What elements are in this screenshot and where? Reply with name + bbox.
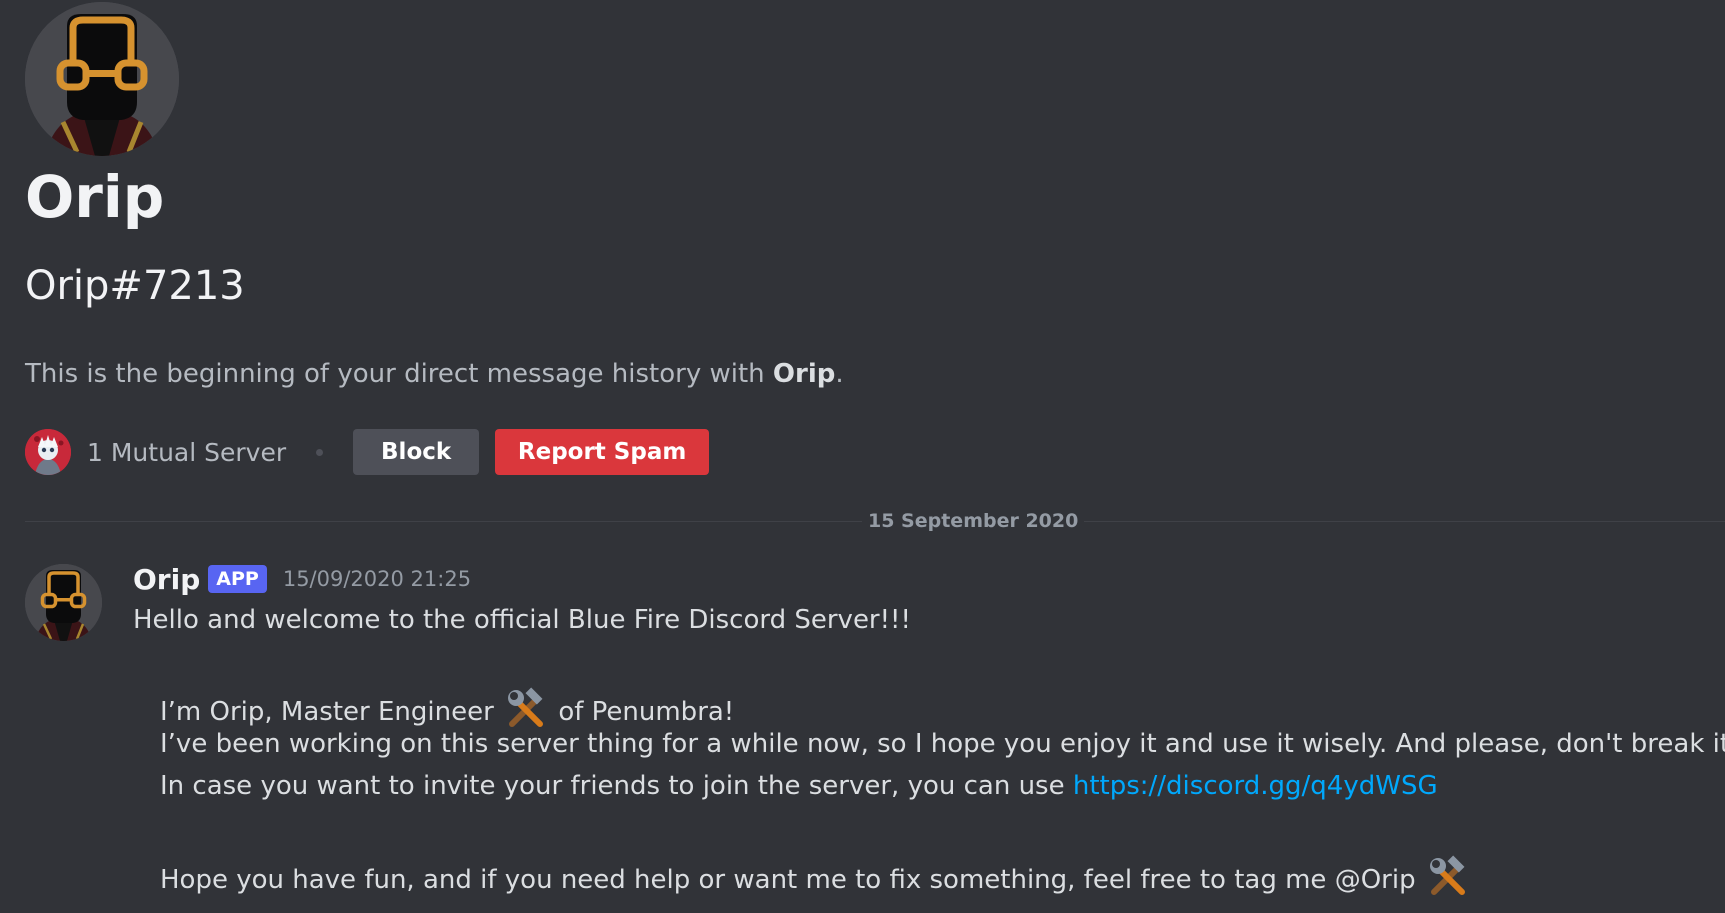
message-line-4: In case you want to invite your friends … <box>160 770 1438 804</box>
mutual-server-avatar[interactable] <box>25 429 71 475</box>
engineer-avatar-icon <box>25 564 102 641</box>
hammer-and-wrench-icon[interactable] <box>1426 854 1470 898</box>
history-intro-name: Orip <box>772 359 836 389</box>
engineer-avatar-icon <box>25 2 179 156</box>
message-line-2-prefix: I’m Orip, Master Engineer <box>160 697 494 727</box>
date-divider-label: 15 September 2020 <box>862 509 1085 533</box>
message-line-5-prefix: Hope you have fun, and if you need help … <box>160 865 1416 895</box>
message-line-1: Hello and welcome to the official Blue F… <box>133 605 911 635</box>
message-line-5: Hope you have fun, and if you need help … <box>160 854 1472 898</box>
message-line-4-prefix: In case you want to invite your friends … <box>160 771 1073 801</box>
block-button[interactable]: Block <box>353 429 480 475</box>
message-line-2: I’m Orip, Master Engineer of Penumbra! <box>160 686 734 730</box>
mutual-actions-row: 1 Mutual Server Block Report Spam <box>25 429 710 475</box>
message-header: Orip APP 15/09/2020 21:25 <box>133 562 471 596</box>
profile-username: Orip#7213 <box>25 263 245 309</box>
profile-display-name: Orip <box>25 163 165 231</box>
history-intro-suffix: . <box>835 359 844 389</box>
message-timestamp: 15/09/2020 21:25 <box>282 567 472 591</box>
hammer-and-wrench-icon[interactable] <box>504 686 548 730</box>
profile-avatar[interactable] <box>25 2 179 156</box>
message-avatar[interactable] <box>25 564 102 641</box>
server-avatar-icon <box>25 429 71 475</box>
report-spam-button[interactable]: Report Spam <box>495 429 710 475</box>
history-intro-prefix: This is the beginning of your direct mes… <box>25 359 773 389</box>
invite-link[interactable]: https://discord.gg/q4ydWSG <box>1073 771 1438 801</box>
message-author[interactable]: Orip <box>133 563 200 596</box>
mutual-servers-link[interactable]: 1 Mutual Server <box>87 438 286 467</box>
message-line-2-suffix: of Penumbra! <box>558 697 735 727</box>
app-badge: APP <box>208 565 267 593</box>
separator-dot <box>316 448 324 456</box>
message-line-3: I’ve been working on this server thing f… <box>160 729 1725 759</box>
history-intro-text: This is the beginning of your direct mes… <box>25 361 844 387</box>
